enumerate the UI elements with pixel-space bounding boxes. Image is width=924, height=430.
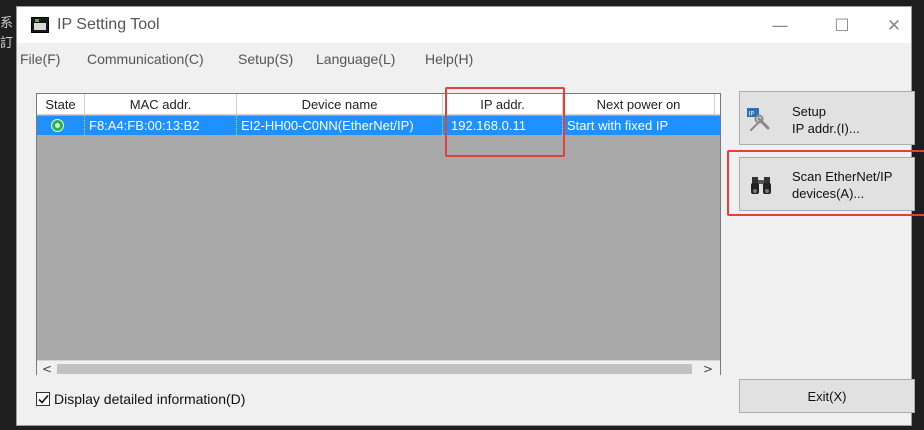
state-cell — [37, 116, 85, 135]
menu-help[interactable]: Help(H) — [425, 51, 473, 67]
detail-info-checkbox[interactable] — [36, 392, 50, 406]
setup-label-line2: IP addr.(I)... — [792, 121, 860, 136]
horizontal-scrollbar[interactable]: < > — [37, 360, 720, 376]
menu-communication[interactable]: Communication(C) — [87, 51, 204, 67]
ip-annotation-box — [445, 87, 565, 157]
maximize-button[interactable]: ☐ — [827, 15, 857, 37]
menu-language[interactable]: Language(L) — [316, 51, 395, 67]
device-list[interactable]: State MAC addr. Device name IP addr. Nex… — [36, 93, 721, 376]
status-online-icon — [51, 119, 64, 132]
column-header-state[interactable]: State — [37, 94, 85, 115]
checkmark-icon — [38, 394, 49, 404]
exit-button[interactable]: Exit(X) — [739, 379, 915, 413]
scroll-thumb[interactable] — [57, 364, 692, 374]
setup-ip-button[interactable]: IP Setup IP addr.(I)... — [739, 91, 915, 145]
next-power-on-cell: Start with fixed IP — [567, 118, 669, 133]
app-icon — [31, 17, 49, 33]
device-name-cell: EI2-HH00-C0NN(EtherNet/IP) — [237, 116, 443, 135]
detail-info-label: Display detailed information(D) — [54, 391, 246, 407]
ip-setting-tool-window: IP Setting Tool — ☐ ✕ File(F) Communicat… — [16, 6, 924, 426]
desktop-glyph-bottom: 訂 — [0, 36, 14, 51]
column-header-mac[interactable]: MAC addr. — [85, 94, 237, 115]
list-header: State MAC addr. Device name IP addr. Nex… — [37, 94, 720, 115]
setup-label-line1: Setup — [792, 104, 826, 119]
scroll-left-icon[interactable]: < — [39, 361, 55, 377]
column-header-next-power-on[interactable]: Next power on — [563, 94, 715, 115]
menu-file[interactable]: File(F) — [20, 51, 60, 67]
scan-annotation-box — [727, 150, 924, 216]
scroll-right-icon[interactable]: > — [700, 361, 716, 377]
title-bar[interactable]: IP Setting Tool — ☐ ✕ — [17, 7, 911, 43]
svg-text:IP: IP — [749, 110, 755, 118]
desktop-glyph-top: 系 — [0, 16, 14, 31]
exit-label: Exit(X) — [807, 389, 847, 404]
wrench-icon: IP — [747, 108, 770, 131]
close-button[interactable]: ✕ — [879, 15, 909, 37]
window-title: IP Setting Tool — [57, 16, 160, 33]
column-header-device-name[interactable]: Device name — [237, 94, 443, 115]
menu-bar: File(F) Communication(C) Setup(S) Langua… — [17, 47, 911, 71]
mac-cell: F8:A4:FB:00:13:B2 — [85, 116, 237, 135]
menu-setup[interactable]: Setup(S) — [238, 51, 293, 67]
minimize-button[interactable]: — — [765, 15, 795, 37]
table-row[interactable]: F8:A4:FB:00:13:B2 EI2-HH00-C0NN(EtherNet… — [37, 116, 720, 135]
